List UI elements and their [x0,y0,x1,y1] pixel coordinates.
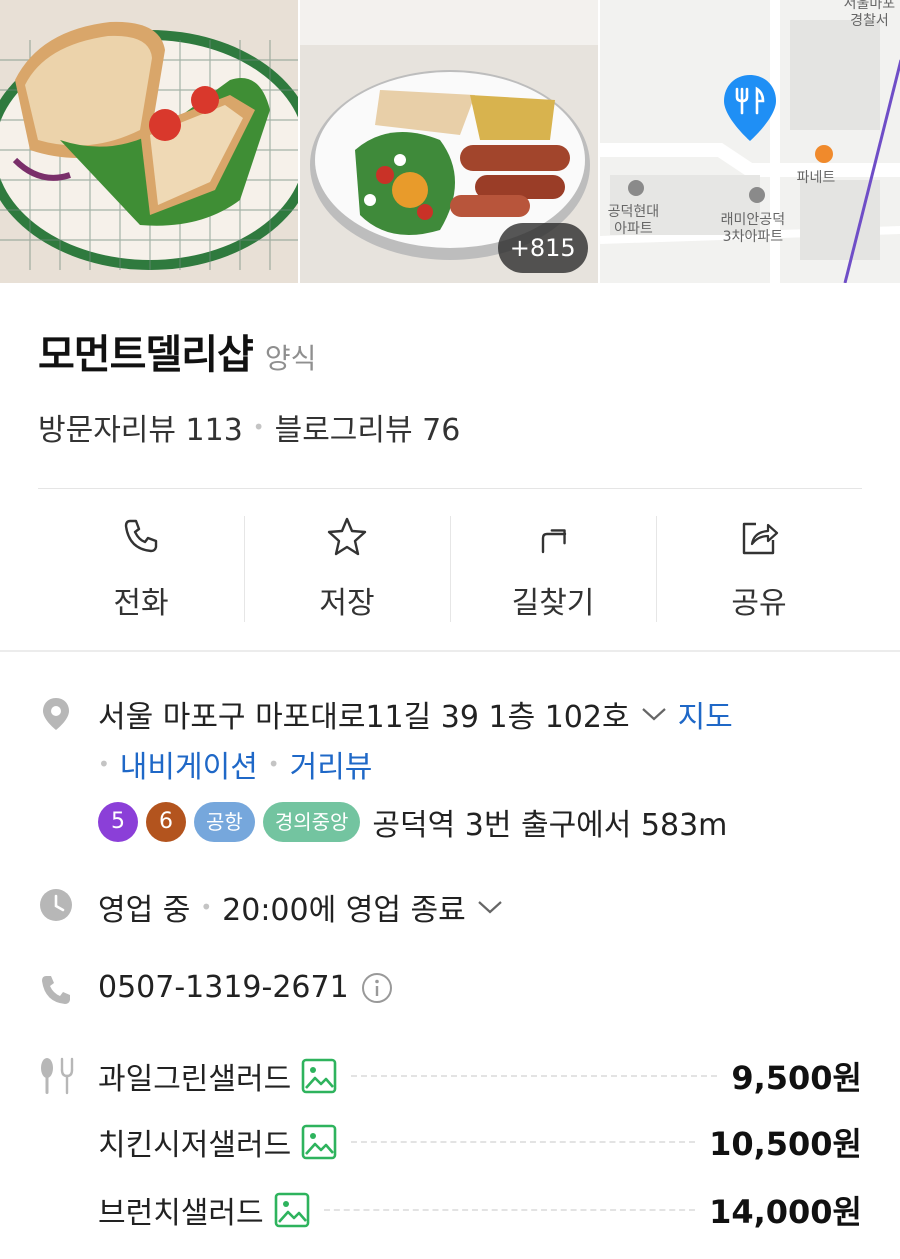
star-icon [327,517,367,556]
share-button[interactable]: 공유 [656,516,862,622]
map-label-raemian-line1: 래미안공덕 [720,212,786,228]
directions-icon [541,529,567,554]
phone-icon [124,519,158,553]
map-label-raemian: 래미안공덕 3차아파트 [721,212,785,246]
chevron-down-icon [477,901,502,914]
menu-photo-icon[interactable] [301,1058,337,1094]
divider [38,488,862,489]
map-label-panet: 파네트 [796,170,836,186]
subway-directions-text: 공덕역 3번 출구에서 583m [372,808,728,843]
clock-icon [40,889,72,921]
restaurant-pin-icon [724,75,776,141]
menu-item: 치킨시저샐러드 10,500원 [98,1120,862,1164]
map-label-police: 서울마포 경찰서 [844,0,896,30]
place-name: 모먼트델리샵 [38,332,254,378]
cutlery-icon [41,1057,74,1095]
subway-line-5-badge: 5 [98,802,138,842]
sandwich-image [0,0,299,283]
menu-item-name: 브런치샐러드 [98,1196,264,1231]
map-link[interactable]: 지도 [678,692,733,736]
business-hours-detail: 20:00에 영업 종료 [222,893,466,928]
separator-dot: • [267,752,280,776]
chevron-down-icon[interactable] [640,705,668,723]
business-hours-row[interactable]: 영업 중 • 20:00에 영업 종료 [98,885,504,929]
menu-item-price: 14,000원 [709,1193,862,1231]
menu-item-name: 치킨시저샐러드 [98,1128,292,1163]
subway-line-6-badge: 6 [146,802,186,842]
save-label: 저장 [319,586,375,621]
blog-reviews-link[interactable]: 블로그리뷰 76 [275,405,461,449]
map-label-gongdeok-line1: 공덕현대 [607,204,660,220]
map-label-raemian-line2: 3차아파트 [722,229,784,245]
subway-gyeongui-badge: 경의중앙 [262,802,361,842]
share-label: 공유 [731,586,787,621]
call-label: 전화 [113,586,169,621]
separator-dot: • [200,895,213,919]
street-view-link[interactable]: 거리뷰 [290,742,373,786]
save-button[interactable]: 저장 [244,516,450,622]
address-links-row: • 내비게이션 • 거리뷰 [98,742,372,786]
phone-number[interactable]: 0507-1319-2671 [98,970,349,1005]
info-icon[interactable] [361,972,393,1004]
navigation-link[interactable]: 내비게이션 [120,742,258,786]
action-bar: 전화 저장 길찾기 공유 [38,516,862,622]
visitor-reviews-link[interactable]: 방문자리뷰 113 [38,405,243,449]
map-label-police-line2: 경찰서 [850,13,889,29]
subway-airport-badge: 공항 [194,802,255,842]
more-photos-badge[interactable]: +815 [497,223,588,273]
directions-label: 길찾기 [511,586,595,621]
business-status: 영업 중 [98,893,191,928]
section-divider [0,650,900,652]
menu-item-name: 과일그린샐러드 [98,1062,292,1097]
menu-item: 브런치샐러드 14,000원 [98,1188,862,1232]
phone-info-icon [42,976,70,1004]
menu-photo-icon[interactable] [301,1124,337,1160]
photo-strip: +815 서울마포 경찰서 파네트 공덕현대 아파트 래미안공덕 3차아파트 [0,0,900,283]
share-icon [742,522,779,555]
menu-leader-dots [351,1075,718,1077]
menu-item: 과일그린샐러드 9,500원 [98,1054,862,1098]
separator-dot: • [98,752,110,776]
title-row: 모먼트델리샵 양식 [38,322,316,380]
photo-salad-plate[interactable]: +815 [300,0,598,283]
photo-sandwich[interactable] [0,0,299,283]
menu-item-price: 9,500원 [731,1059,862,1097]
map-label-gongdeok-hyundai: 공덕현대 아파트 [608,204,660,238]
address-row: 서울 마포구 마포대로11길 39 1층 102호 지도 [98,692,733,736]
location-pin-icon [43,698,69,730]
menu-item-price: 10,500원 [709,1125,862,1163]
menu-photo-icon[interactable] [274,1192,310,1228]
map-label-police-line1: 서울마포 [843,0,896,12]
menu-leader-dots [323,1209,696,1211]
separator-dot: • [252,415,265,439]
call-button[interactable]: 전화 [38,516,244,622]
place-category: 양식 [264,342,317,375]
review-summary: 방문자리뷰 113 • 블로그리뷰 76 [38,405,460,449]
subway-info: 5 6 공항 경의중앙 공덕역 3번 출구에서 583m [98,800,727,844]
directions-button[interactable]: 길찾기 [450,516,656,622]
menu-leader-dots [351,1141,696,1143]
address-text: 서울 마포구 마포대로11길 39 1층 102호 [98,700,630,735]
phone-row: 0507-1319-2671 [98,970,393,1005]
map-label-gongdeok-line2: 아파트 [614,221,653,237]
